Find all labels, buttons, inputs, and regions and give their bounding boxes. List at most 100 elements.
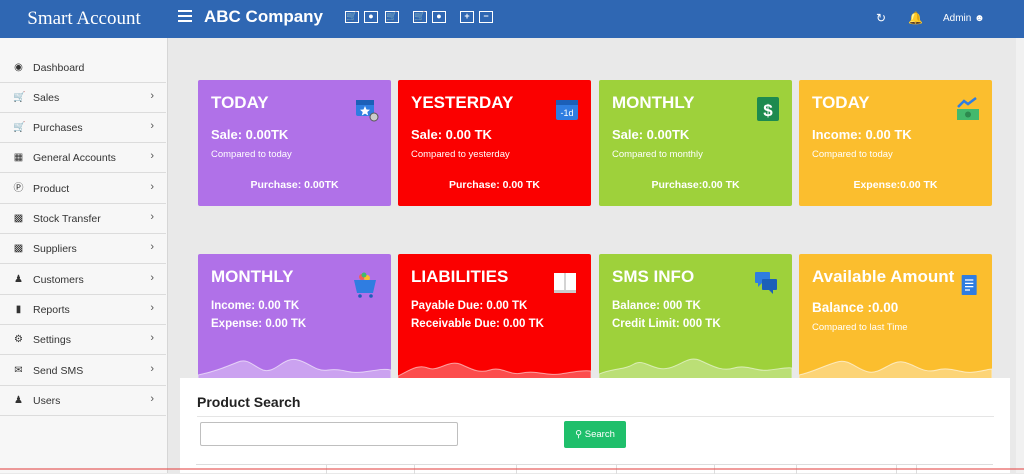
- card-liabilities[interactable]: LIABILITIES Payable Due: 0.00 TK Receiva…: [398, 254, 591, 380]
- sidebar-item-label: Stock Transfer: [33, 213, 101, 225]
- chevron-right-icon: ›: [150, 120, 154, 132]
- card-monthly-income[interactable]: MONTHLY Income: 0.00 TK Expense: 0.00 TK: [198, 254, 391, 380]
- book-open-icon: [554, 273, 576, 293]
- chevron-right-icon: ›: [150, 332, 154, 344]
- basket-icon: [354, 272, 376, 298]
- calendar-minus-1d-icon: -1d: [556, 100, 578, 120]
- cart-icon[interactable]: 🛒: [413, 11, 427, 23]
- sidebar-item-stock-transfer[interactable]: ▩ Stock Transfer ›: [0, 204, 166, 234]
- sidebar-item-users[interactable]: ♟ Users ›: [0, 386, 166, 416]
- svg-text:$: $: [763, 101, 773, 120]
- company-name: ABC Company: [204, 7, 324, 26]
- calendar-icon-text: -1d: [560, 108, 573, 118]
- product-icon: Ⓟ: [13, 183, 24, 194]
- refresh-icon[interactable]: ↻: [876, 11, 886, 25]
- cash-icon[interactable]: ●: [432, 11, 446, 23]
- card-title: SMS INFO: [612, 267, 695, 286]
- sparkline-wave: [198, 358, 391, 380]
- sidebar-item-label: Reports: [33, 304, 70, 316]
- sidebar-item-send-sms[interactable]: ✉ Send SMS ›: [0, 356, 166, 386]
- sidebar-item-suppliers[interactable]: ▩ Suppliers ›: [0, 234, 166, 264]
- panel-title: Product Search: [197, 394, 301, 410]
- card-monthly-sale[interactable]: MONTHLY $ Sale: 0.00TK Compared to month…: [599, 80, 792, 206]
- card-title: TODAY: [211, 93, 269, 112]
- card-title: LIABILITIES: [411, 267, 509, 286]
- sidebar-item-label: Product: [33, 183, 70, 195]
- book-icon: ▮: [15, 304, 22, 315]
- admin-menu[interactable]: Admin ☻: [943, 13, 985, 24]
- card-sms-info[interactable]: SMS INFO Balance: 000 TK Credit Limit: 0…: [599, 254, 792, 380]
- card-line1: Balance: 000 TK: [612, 300, 701, 312]
- chevron-right-icon: ›: [150, 363, 154, 375]
- sidebar-item-label: Users: [33, 395, 61, 407]
- sidebar-item-label: General Accounts: [33, 152, 116, 164]
- card-yesterday-sale[interactable]: YESTERDAY -1d Sale: 0.00 TK Compared to …: [398, 80, 591, 206]
- card-line2: Receivable Due: 0.00 TK: [411, 318, 544, 330]
- search-button[interactable]: ⚲ Search: [564, 421, 626, 448]
- top-bar: Smart Account ABC Company 🛒 ● 🛒 🛒 ● + − …: [0, 0, 1024, 38]
- card-today-sale[interactable]: TODAY Sale: 0.00TK Compared to today Pur…: [198, 80, 391, 206]
- sidebar-item-reports[interactable]: ▮ Reports ›: [0, 295, 166, 325]
- sidebar-item-label: Customers: [33, 274, 84, 286]
- cart-icon[interactable]: 🛒: [385, 11, 399, 23]
- truck-icon: ▩: [13, 243, 24, 254]
- card-line1: Balance :0.00: [812, 300, 899, 315]
- search-icon: ⚲: [575, 429, 583, 440]
- sidebar-item-label: Dashboard: [33, 62, 85, 74]
- cart-icon[interactable]: 🛒: [345, 11, 359, 23]
- sidebar-item-label: Send SMS: [33, 365, 84, 377]
- plus-icon[interactable]: +: [460, 11, 474, 23]
- card-title: Available Amount: [812, 267, 955, 286]
- card-line2: Expense: 0.00 TK: [211, 318, 307, 330]
- card-line2: Compared to today: [812, 149, 893, 160]
- cart-icon: 🛒: [13, 92, 26, 103]
- card-line1: Payable Due: 0.00 TK: [411, 300, 528, 312]
- sidebar-item-purchases[interactable]: 🛒 Purchases ›: [0, 113, 166, 143]
- chevron-right-icon: ›: [150, 150, 154, 162]
- product-search-panel: Product Search ⚲ Search: [180, 378, 1010, 474]
- cash-icon[interactable]: ●: [364, 11, 378, 23]
- income-chart-icon: [957, 97, 979, 120]
- card-line2: Compared to last Time: [812, 322, 908, 333]
- card-title: YESTERDAY: [411, 93, 514, 112]
- sidebar-item-customers[interactable]: ♟ Customers ›: [0, 265, 166, 295]
- cart-icon: 🛒: [13, 122, 26, 133]
- menu-toggle-icon[interactable]: [178, 10, 192, 25]
- sidebar-item-dashboard[interactable]: ◉ Dashboard: [0, 53, 166, 83]
- sidebar-item-label: Settings: [33, 334, 71, 346]
- sparkline-wave: [398, 362, 591, 380]
- sidebar-item-general-accounts[interactable]: ▦ General Accounts ›: [0, 143, 166, 173]
- receipt-icon: [961, 275, 977, 295]
- card-line1: Sale: 0.00 TK: [411, 127, 492, 142]
- chevron-right-icon: ›: [150, 90, 154, 102]
- bell-icon[interactable]: 🔔: [908, 11, 923, 25]
- divider: [197, 416, 994, 417]
- sidebar-item-product[interactable]: Ⓟ Product ›: [0, 174, 166, 204]
- truck-icon: ▩: [13, 213, 24, 224]
- user-icon: ☻: [974, 13, 985, 24]
- envelope-icon: ✉: [14, 365, 23, 376]
- scrollbar[interactable]: [1016, 38, 1024, 473]
- gear-icon: ⚙: [14, 334, 23, 345]
- card-available-amount[interactable]: Available Amount Balance :0.00 Compared …: [799, 254, 992, 380]
- card-line1: Sale: 0.00TK: [211, 127, 289, 142]
- sidebar-item-sales[interactable]: 🛒 Sales ›: [0, 83, 166, 113]
- dashboard-icon: ◉: [14, 62, 23, 73]
- card-title: MONTHLY: [612, 93, 695, 112]
- minus-icon[interactable]: −: [479, 11, 493, 23]
- chevron-right-icon: ›: [150, 393, 154, 405]
- dollar-icon: $: [757, 97, 779, 121]
- card-line1: Income: 0.00 TK: [812, 127, 912, 142]
- card-today-income[interactable]: TODAY Income: 0.00 TK Compared to today …: [799, 80, 992, 206]
- sidebar-item-settings[interactable]: ⚙ Settings ›: [0, 325, 166, 355]
- sidebar-item-label: Suppliers: [33, 243, 77, 255]
- product-search-input[interactable]: [200, 422, 458, 446]
- admin-label: Admin: [943, 13, 972, 24]
- users-icon: ♟: [14, 395, 23, 406]
- chevron-right-icon: ›: [150, 302, 154, 314]
- search-button-label: Search: [584, 429, 615, 440]
- bottom-accent-line: [0, 468, 1024, 470]
- brand-title[interactable]: Smart Account: [0, 0, 168, 38]
- card-line2: Credit Limit: 000 TK: [612, 318, 721, 330]
- card-line1: Sale: 0.00TK: [612, 127, 690, 142]
